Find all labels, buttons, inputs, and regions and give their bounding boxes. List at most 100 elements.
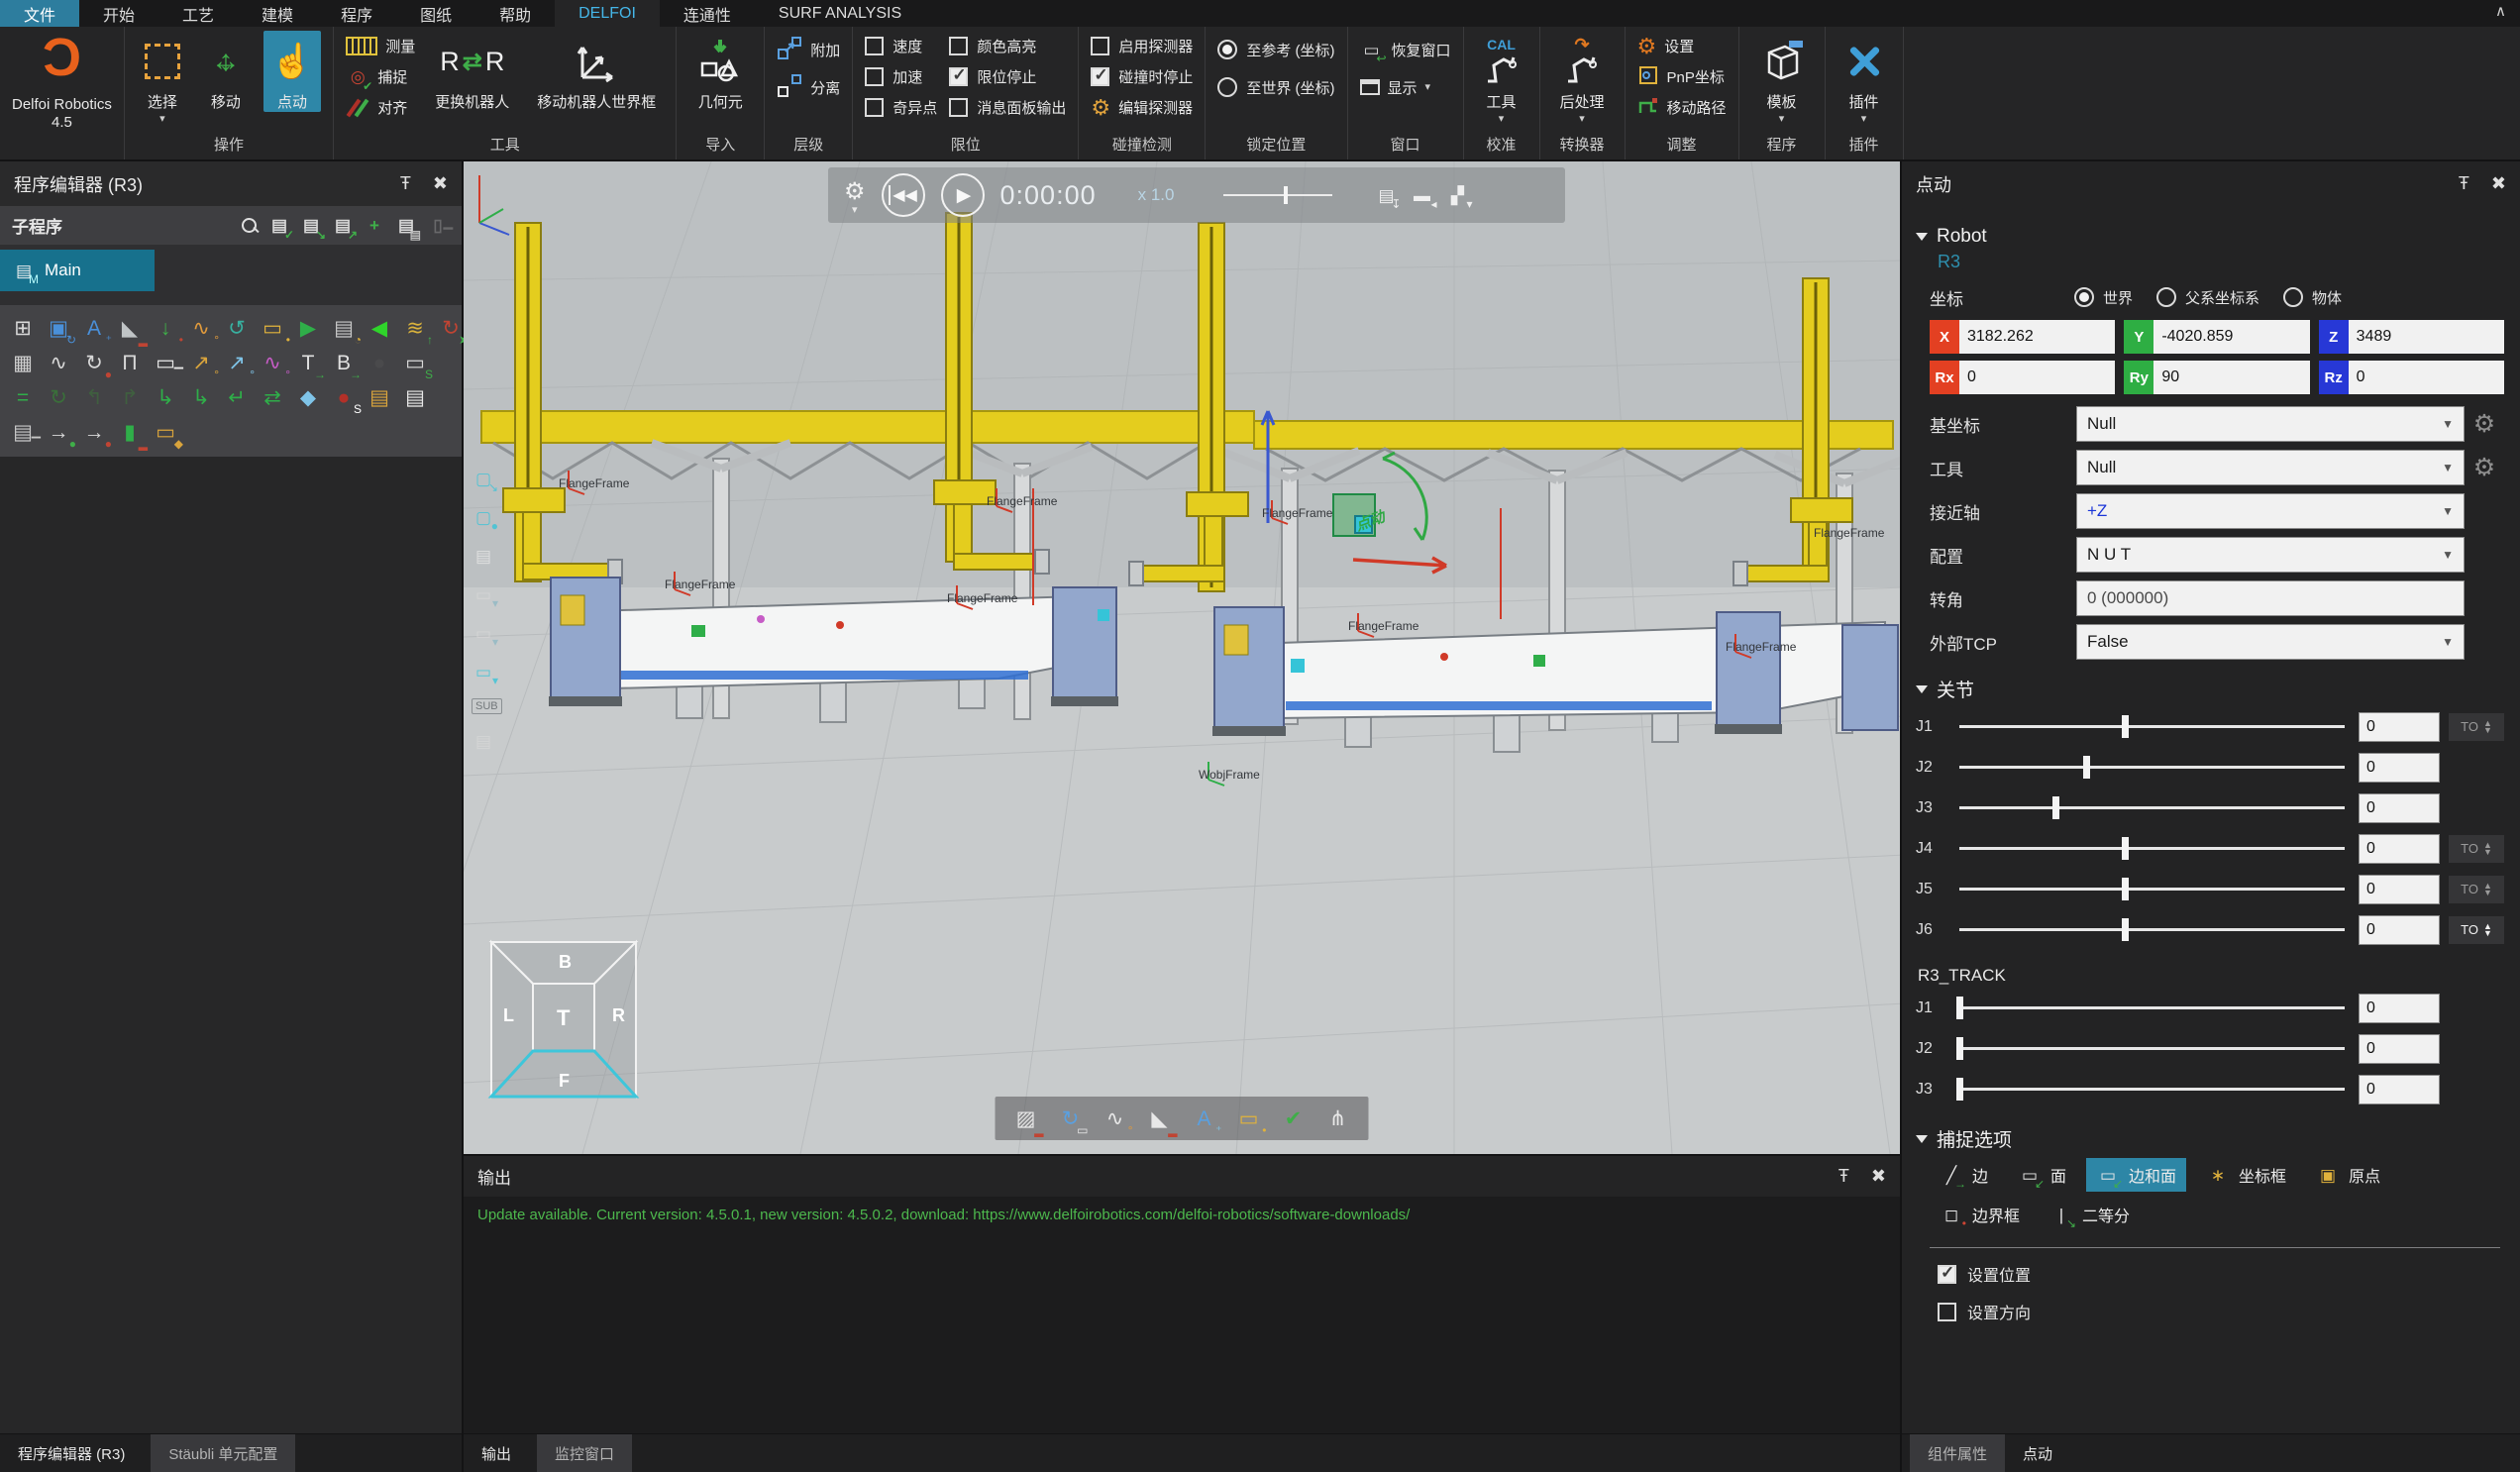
- move-robot-world-frame-button[interactable]: 移动机器人世界框: [529, 31, 664, 112]
- limit-checkbox-row[interactable]: 颜色高亮: [949, 31, 1066, 61]
- stop-icon[interactable]: ● S: [329, 382, 359, 412]
- nav-face-t[interactable]: T: [557, 1005, 570, 1031]
- menu-tab[interactable]: 连通性: [660, 0, 755, 27]
- menu-tab[interactable]: 建模: [238, 0, 317, 27]
- layer-cube2-icon[interactable]: ▭ ▾: [472, 621, 495, 645]
- robot-section-header[interactable]: Robot: [1916, 226, 2504, 248]
- joint-value-input[interactable]: 0: [2359, 793, 2440, 823]
- nav-face-b[interactable]: B: [559, 952, 572, 973]
- lock-radio-row[interactable]: 至参考 (坐标): [1217, 31, 1334, 68]
- return-icon[interactable]: ↵: [222, 382, 252, 412]
- linear-move-icon[interactable]: ↗ °: [186, 348, 216, 377]
- pin-icon[interactable]: Ŧ: [1838, 1166, 1849, 1187]
- track-joint-slider-thumb[interactable]: [1956, 1037, 1963, 1060]
- statistics-icon[interactable]: ▮ ▂: [115, 417, 145, 447]
- limit-checkbox-row[interactable]: 速度: [865, 31, 937, 61]
- doc-icon[interactable]: ▤: [472, 729, 495, 753]
- program-editor-body[interactable]: [0, 457, 462, 1433]
- playback-settings-button[interactable]: ⚙ ▾: [844, 177, 866, 214]
- template-button[interactable]: 模板▾: [1751, 31, 1813, 123]
- teach-icon[interactable]: ▣ ↻: [44, 313, 73, 343]
- joints-section-header[interactable]: 关节: [1916, 676, 2504, 702]
- left-bottom-tab[interactable]: Stäubli 单元配置: [151, 1434, 295, 1472]
- text-annotation-icon[interactable]: A ⁺: [79, 313, 109, 343]
- pose-field[interactable]: Rz 0: [2319, 361, 2504, 394]
- align-button[interactable]: 对齐: [346, 92, 415, 123]
- show-button[interactable]: 显示▾: [1360, 68, 1451, 106]
- snap-section-header[interactable]: 捕捉选项: [1916, 1125, 2504, 1152]
- folder-icon[interactable]: ▭ ▔: [151, 348, 180, 377]
- pattern-path-icon[interactable]: Π: [115, 348, 145, 377]
- checkbox-icon[interactable]: [1091, 67, 1109, 86]
- joint-value-input[interactable]: 0: [2359, 753, 2440, 783]
- branch-icon[interactable]: ↳: [151, 382, 180, 412]
- joint-slider-thumb[interactable]: [2122, 918, 2129, 941]
- spinner-arrows-icon[interactable]: [2483, 720, 2492, 734]
- annotation-tool-icon[interactable]: A ⁺: [1190, 1104, 1219, 1133]
- right-bottom-tab[interactable]: 点动: [2005, 1434, 2070, 1472]
- speed-slider-thumb[interactable]: [1284, 186, 1288, 204]
- import-point-icon[interactable]: ↓ •: [151, 313, 180, 343]
- navigation-cube[interactable]: B L T R F: [485, 936, 642, 1112]
- joint-slider-thumb[interactable]: [2083, 756, 2090, 779]
- dropdown-field[interactable]: Null ▼: [2076, 450, 2465, 485]
- joint-to-button[interactable]: TO: [2449, 713, 2504, 741]
- select-button[interactable]: 选择▾: [137, 31, 188, 123]
- joint-slider-thumb[interactable]: [2122, 715, 2129, 738]
- joint-value-input[interactable]: 0: [2359, 875, 2440, 904]
- binary-command-icon[interactable]: B →: [329, 348, 359, 377]
- dropdown-field[interactable]: 0 (000000) ▼: [2076, 580, 2465, 616]
- limit-checkbox-row[interactable]: 加速: [865, 61, 937, 92]
- rotate-icon[interactable]: ↻ ●: [79, 348, 109, 377]
- axis-value[interactable]: 90: [2153, 361, 2309, 394]
- play-route-icon[interactable]: ▶: [293, 313, 323, 343]
- rotate-frame-tool-icon[interactable]: ↻ ▭: [1056, 1104, 1086, 1133]
- snap-mode-button[interactable]: ▭ ↙ 面: [2008, 1158, 2076, 1192]
- joint-slider[interactable]: [1959, 766, 2345, 769]
- subprogram-item[interactable]: ▤M Main: [0, 250, 155, 291]
- settings-button[interactable]: ⚙ 设置: [1637, 31, 1727, 61]
- layer-cube3-icon[interactable]: ▭ ▾: [472, 660, 495, 683]
- zoom-selected-icon[interactable]: ▢ ●: [472, 505, 495, 529]
- capture-button[interactable]: ◎✔ 捕捉: [346, 61, 415, 92]
- checkbox-icon[interactable]: [949, 67, 968, 86]
- checkbox-icon[interactable]: [865, 98, 884, 117]
- validate-tool-icon[interactable]: ✔: [1279, 1104, 1309, 1133]
- edit-detectors-button[interactable]: ⚙ 编辑探测器: [1091, 92, 1193, 123]
- collision-checkbox-row[interactable]: 碰撞时停止: [1091, 61, 1193, 92]
- axis-value[interactable]: 0: [2349, 361, 2504, 394]
- close-icon[interactable]: ✖: [433, 173, 448, 194]
- set-position-row[interactable]: 设置位置: [1938, 1262, 2504, 1286]
- play-button[interactable]: ▶: [941, 173, 985, 217]
- menu-tab[interactable]: DELFOI: [555, 0, 660, 27]
- export-subprogram-icon[interactable]: ▤ ↗: [331, 214, 355, 238]
- dropdown-field[interactable]: N U T ▼: [2076, 537, 2465, 573]
- track-joint-value-input[interactable]: 0: [2359, 1075, 2440, 1104]
- pin-icon[interactable]: Ŧ: [400, 173, 411, 194]
- jump-right-icon[interactable]: ↱: [115, 382, 145, 412]
- close-icon[interactable]: ✖: [2491, 173, 2506, 194]
- notes-icon[interactable]: ▤: [472, 544, 495, 568]
- track-joint-value-input[interactable]: 0: [2359, 1034, 2440, 1064]
- subprogram-call-icon[interactable]: ▭ S: [400, 348, 430, 377]
- nav-face-r[interactable]: R: [612, 1005, 625, 1026]
- gear-icon[interactable]: ⚙: [2465, 409, 2504, 439]
- search-icon[interactable]: [240, 216, 260, 236]
- collision-checkbox-row[interactable]: 启用探测器: [1091, 31, 1193, 61]
- snap-mode-button[interactable]: ◻ • 边界框: [1930, 1198, 2030, 1231]
- radio-icon[interactable]: [1217, 77, 1237, 97]
- signal-out-icon[interactable]: → ●: [79, 417, 109, 447]
- track-joint-slider-thumb[interactable]: [1956, 997, 1963, 1019]
- restore-window-button[interactable]: ▭↩ 恢复窗口: [1360, 31, 1451, 68]
- joint-slider[interactable]: [1959, 928, 2345, 931]
- left-bottom-tab[interactable]: 程序编辑器 (R3): [0, 1434, 143, 1472]
- frame-tool-icon[interactable]: ▭ •: [258, 313, 287, 343]
- checkbox-icon[interactable]: [949, 37, 968, 55]
- sync-icon[interactable]: ⇄: [258, 382, 287, 412]
- add-subprogram-icon[interactable]: +: [363, 214, 386, 238]
- pnp-frame-button[interactable]: PnP坐标: [1637, 61, 1727, 92]
- right-bottom-tab[interactable]: 组件属性: [1910, 1434, 2005, 1472]
- pose-field[interactable]: Rx 0: [1930, 361, 2115, 394]
- zigzag-path-icon[interactable]: ∿: [44, 348, 73, 377]
- radio-icon[interactable]: [1217, 40, 1237, 59]
